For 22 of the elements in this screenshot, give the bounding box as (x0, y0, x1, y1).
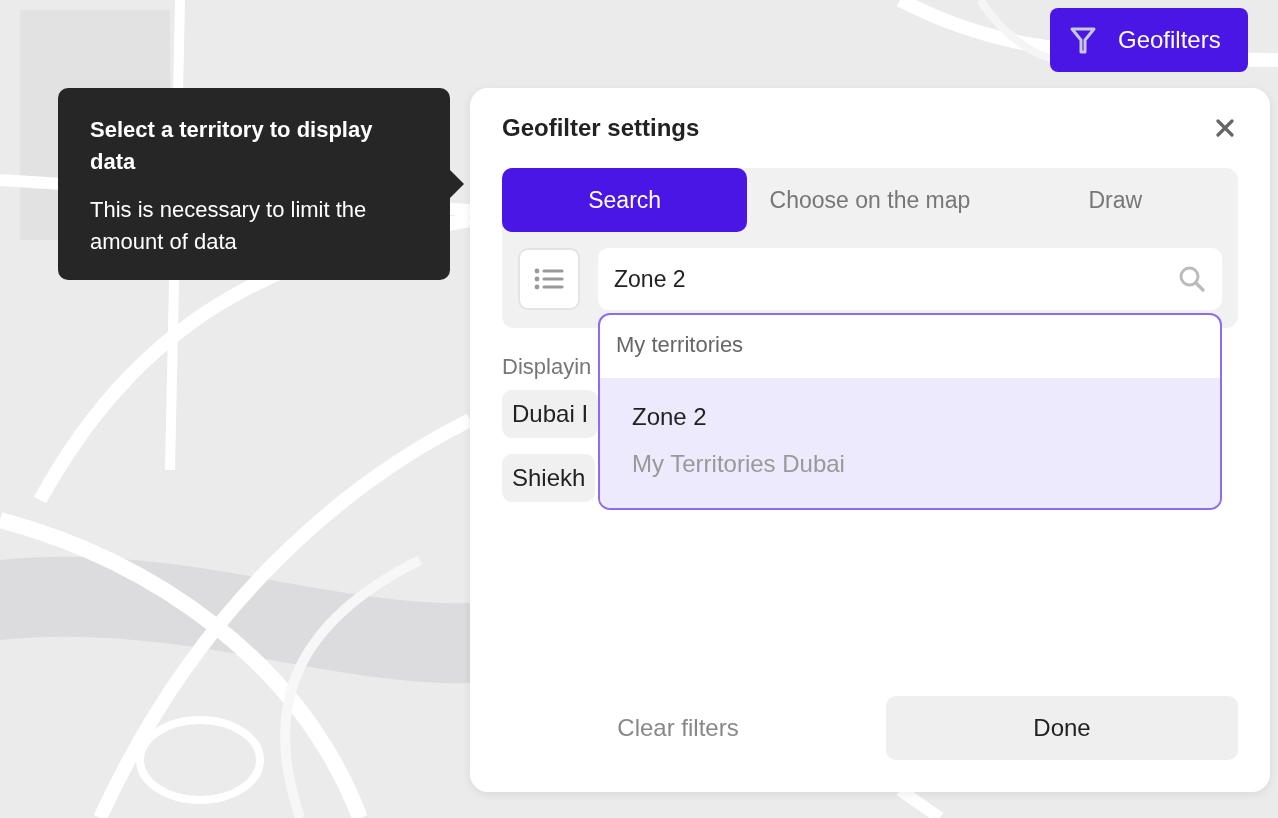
close-icon (1216, 119, 1234, 137)
search-field[interactable]: Zone 2 (598, 248, 1222, 310)
dropdown-option[interactable]: Zone 2 My Territories Dubai (600, 378, 1220, 508)
done-button[interactable]: Done (886, 696, 1238, 760)
list-view-button[interactable] (518, 248, 580, 310)
list-icon (534, 268, 564, 290)
territory-chip[interactable]: Dubai I (502, 390, 599, 438)
tab[interactable]: Choose on the map (747, 168, 993, 232)
section-label: Displayin (502, 354, 592, 380)
tab[interactable]: Draw (992, 168, 1238, 232)
search-icon (1178, 265, 1206, 293)
clear-filters-button[interactable]: Clear filters (502, 696, 854, 760)
filter-icon (1068, 25, 1098, 55)
tooltip-text: This is necessary to limit the amount of data (90, 196, 368, 256)
option-subtitle: My Territories Dubai (632, 449, 846, 479)
tooltip-title: Select a territory to display data (90, 116, 374, 176)
dropdown-header: My territories (615, 331, 745, 359)
tab[interactable]: Search (502, 168, 748, 232)
geofilters-button[interactable]: Geofilters (1050, 8, 1248, 72)
panel-title: Geofilter settings (502, 114, 700, 142)
territory-chip[interactable]: Shiekh (502, 454, 596, 502)
option-title: Zone 2 (632, 402, 708, 432)
